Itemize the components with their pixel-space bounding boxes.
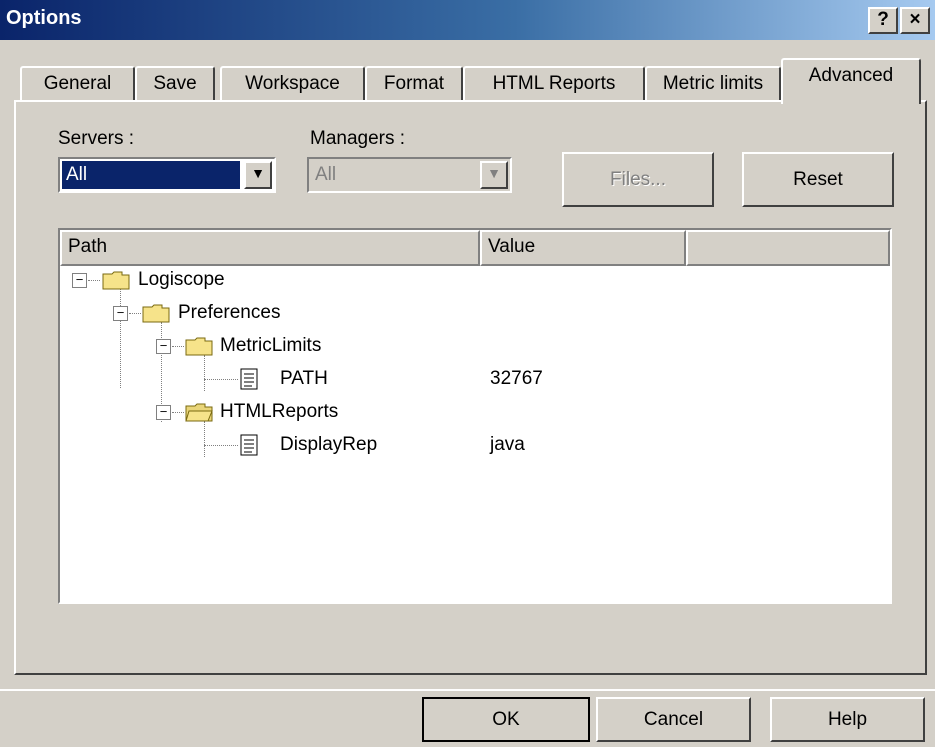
tree-line: [204, 379, 238, 380]
tree-row-displayrep[interactable]: DisplayRep java: [68, 429, 888, 461]
tree-line: [172, 346, 184, 347]
collapse-icon[interactable]: −: [156, 339, 171, 354]
tab-workspace[interactable]: Workspace: [220, 66, 365, 102]
tree-row-logiscope[interactable]: − Logiscope: [68, 264, 888, 296]
chevron-down-icon[interactable]: ▼: [244, 161, 272, 189]
column-header-path[interactable]: Path: [60, 230, 480, 266]
tab-html-reports[interactable]: HTML Reports: [463, 66, 645, 102]
help-title-button[interactable]: ?: [868, 7, 898, 34]
collapse-icon[interactable]: −: [156, 405, 171, 420]
ok-button[interactable]: OK: [422, 697, 590, 742]
tree-row-htmlreports[interactable]: − HTMLReports: [68, 396, 888, 428]
folder-icon: [185, 337, 213, 356]
open-folder-icon: [185, 403, 213, 422]
tree-line: [88, 280, 100, 281]
tab-advanced[interactable]: Advanced: [781, 58, 921, 104]
tree-node-name: DisplayRep: [280, 434, 378, 455]
tree-node-value: 32767: [490, 368, 543, 389]
tree-node-name: Logiscope: [138, 269, 225, 290]
folder-icon: [142, 304, 170, 323]
tree-row-metriclimits[interactable]: − MetricLimits: [68, 330, 888, 362]
files-button[interactable]: Files...: [562, 152, 714, 207]
column-header-value[interactable]: Value: [480, 230, 686, 266]
close-icon[interactable]: ×: [900, 7, 930, 34]
tab-label: Advanced: [808, 65, 894, 86]
servers-value: All: [62, 161, 240, 189]
collapse-icon[interactable]: −: [113, 306, 128, 321]
managers-value: All: [315, 164, 337, 185]
tab-label: Save: [153, 73, 197, 94]
tree-node-name: Preferences: [178, 302, 281, 323]
collapse-icon[interactable]: −: [72, 273, 87, 288]
tree-node-name: MetricLimits: [220, 335, 322, 356]
tab-label: Workspace: [245, 73, 340, 94]
window-title: Options: [6, 7, 82, 29]
divider: [0, 689, 935, 691]
tree-node-name: HTMLReports: [220, 401, 339, 422]
tab-label: General: [43, 73, 112, 94]
managers-combo[interactable]: All ▼: [307, 157, 512, 193]
help-button[interactable]: Help: [770, 697, 925, 742]
tree-row-preferences[interactable]: − Preferences: [68, 297, 888, 329]
column-header-extra[interactable]: [686, 230, 890, 266]
managers-label: Managers :: [310, 128, 406, 149]
preferences-tree-list[interactable]: Path Value − Logiscope − Preferences − M…: [58, 228, 892, 604]
tab-metric-limits[interactable]: Metric limits: [645, 66, 781, 102]
title-bar[interactable]: Options ? ×: [0, 0, 935, 40]
tab-format[interactable]: Format: [365, 66, 463, 102]
servers-label: Servers :: [58, 128, 135, 149]
tree-node-value: java: [490, 434, 525, 455]
reset-button[interactable]: Reset: [742, 152, 894, 207]
cancel-button[interactable]: Cancel: [596, 697, 751, 742]
chevron-down-icon[interactable]: ▼: [480, 161, 508, 189]
tree-line: [172, 412, 184, 413]
document-icon: [240, 434, 258, 456]
servers-combo[interactable]: All ▼: [58, 157, 276, 193]
folder-icon: [102, 271, 130, 290]
document-icon: [240, 368, 258, 390]
tree-line: [129, 313, 141, 314]
tab-label: HTML Reports: [492, 73, 616, 94]
tree-node-name: PATH: [280, 368, 328, 389]
tab-general[interactable]: General: [20, 66, 135, 102]
tab-save[interactable]: Save: [135, 66, 215, 102]
tree-line: [204, 445, 238, 446]
tree-row-path[interactable]: PATH 32767: [68, 363, 888, 395]
tab-label: Metric limits: [662, 73, 764, 94]
tab-label: Format: [383, 73, 445, 94]
